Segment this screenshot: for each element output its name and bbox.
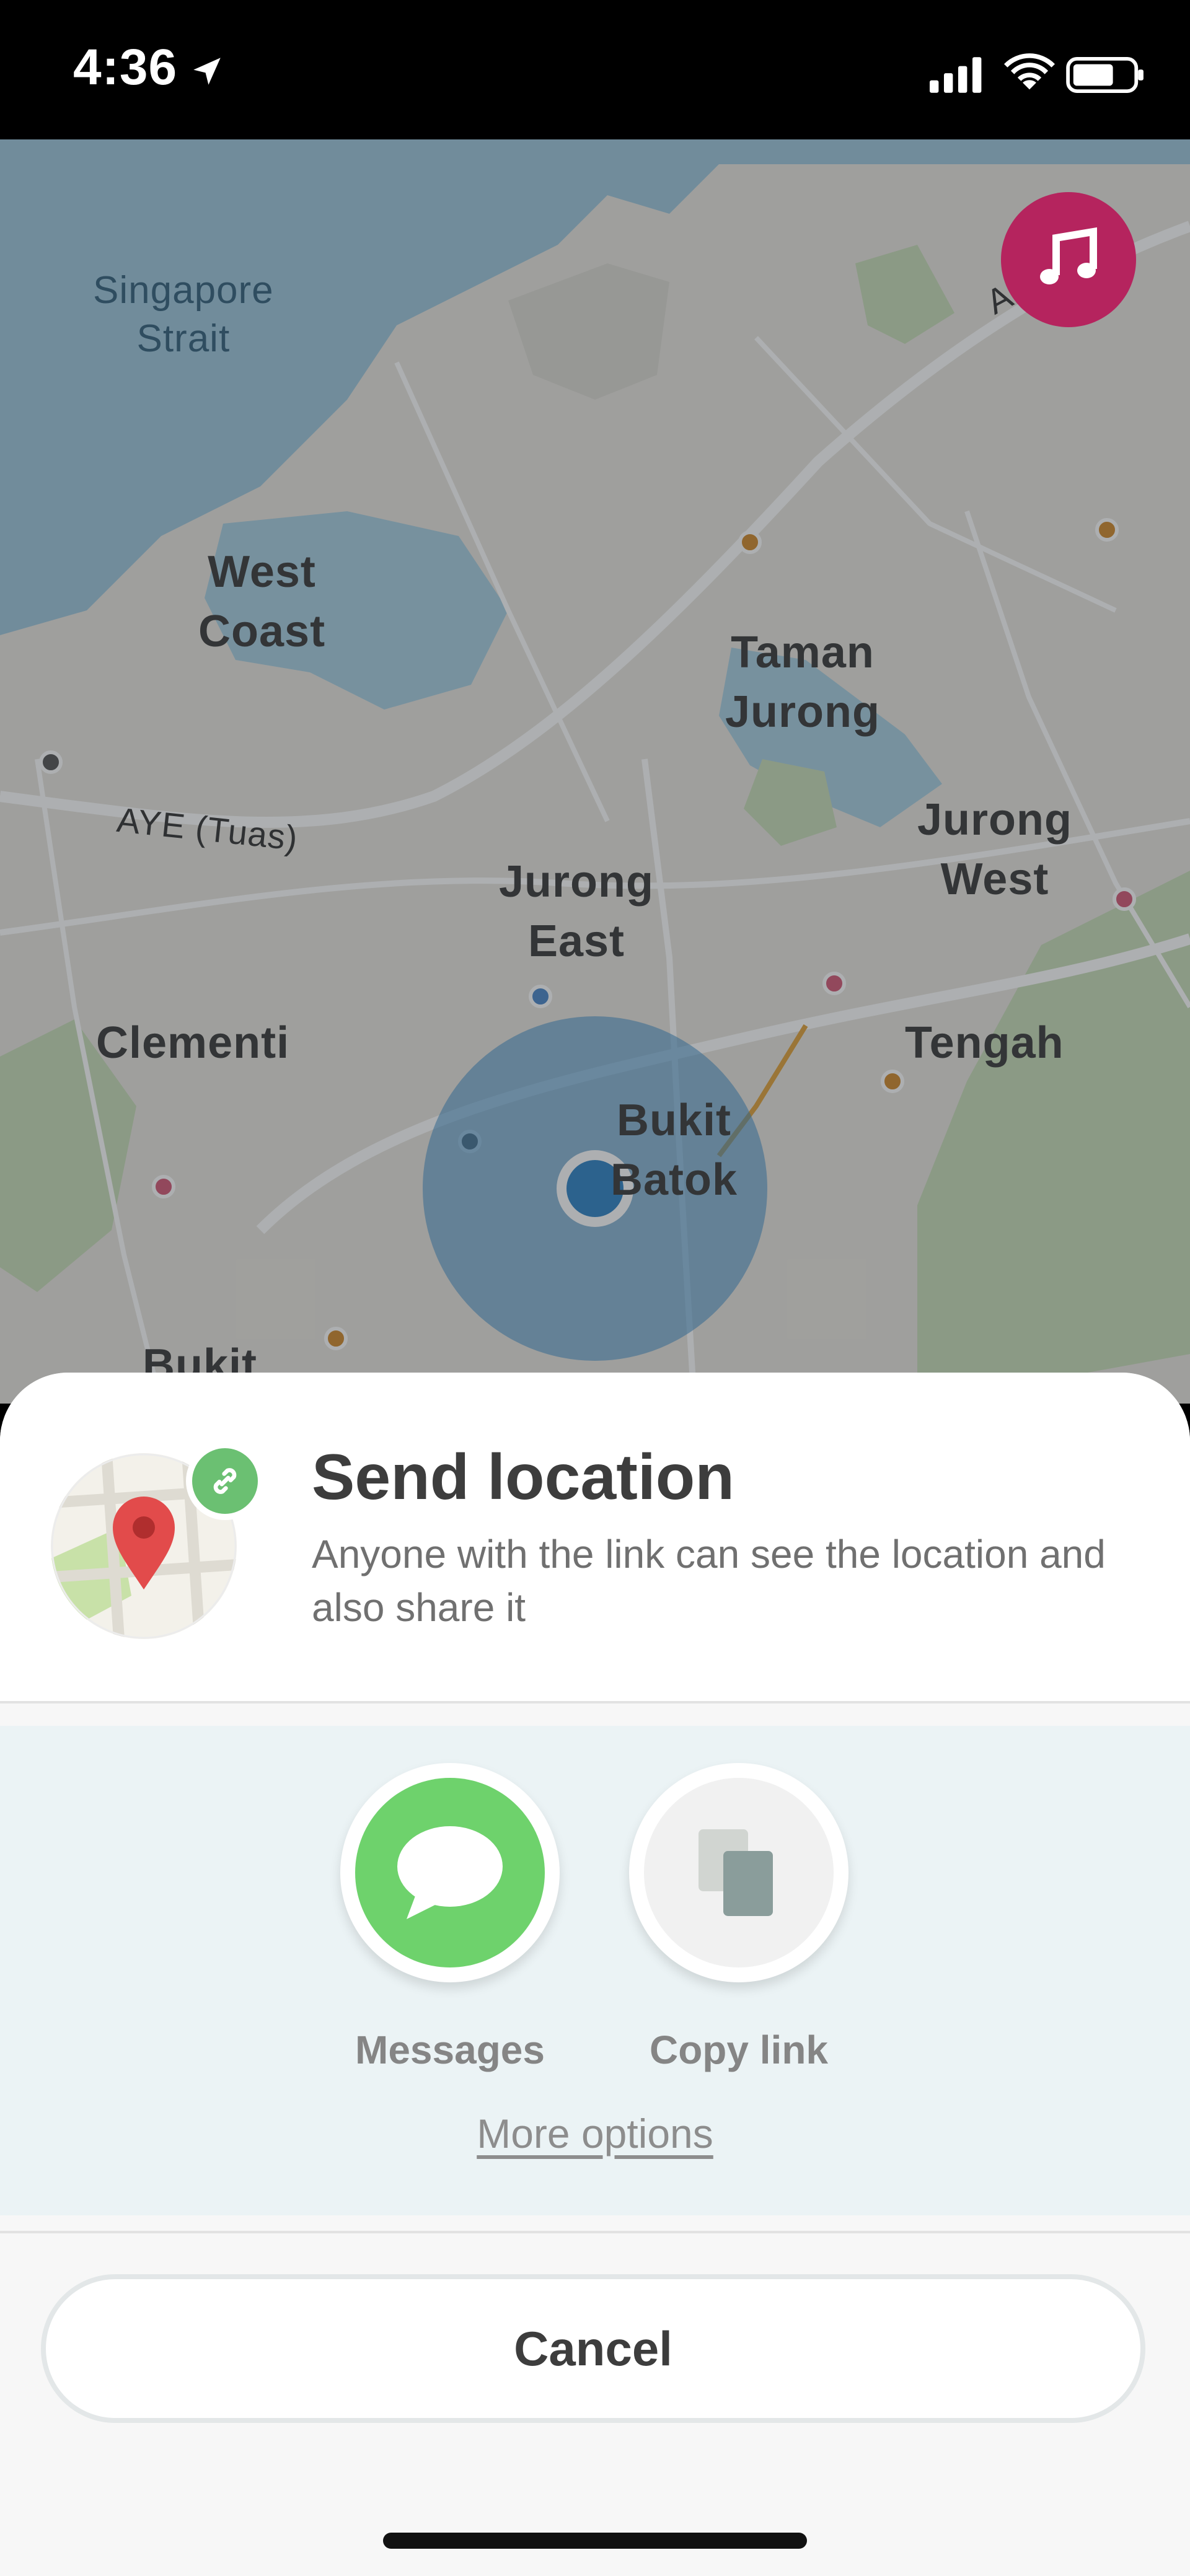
copy-link-button[interactable]	[629, 1763, 848, 1982]
music-button[interactable]	[1001, 192, 1136, 327]
location-arrow-icon	[193, 58, 221, 85]
mrt-station-marker	[39, 750, 63, 774]
map-label-bukit-batok: Bukit Batok	[610, 1096, 738, 1205]
mrt-station-marker	[529, 985, 552, 1008]
sheet-divider	[0, 2231, 1190, 2233]
map-label-tengah: Tengah	[905, 1018, 1064, 1068]
mrt-station-marker	[738, 530, 762, 554]
battery-icon	[1066, 57, 1144, 93]
map-label-clementi: Clementi	[96, 1018, 290, 1068]
cancel-button[interactable]: Cancel	[41, 2274, 1145, 2423]
copy-link-icon-background	[644, 1778, 834, 1967]
messages-icon-background	[355, 1778, 545, 1967]
mrt-station-marker	[152, 1175, 175, 1198]
send-location-sheet: Send location Anyone with the link can s…	[0, 1373, 1190, 2576]
map-view[interactable]: Singapore Strait West Coast Taman Jurong…	[0, 139, 1190, 1404]
speech-bubble-icon	[397, 1826, 503, 1919]
home-indicator[interactable]	[383, 2533, 807, 2549]
copy-link-label: Copy link	[649, 2028, 829, 2072]
mrt-station-marker	[324, 1327, 348, 1350]
messages-label: Messages	[355, 2028, 545, 2072]
mrt-station-marker	[1095, 518, 1119, 542]
sheet-subtitle: Anyone with the link can see the locatio…	[312, 1532, 1106, 1630]
status-time: 4:36	[73, 39, 178, 95]
copy-icon	[699, 1829, 773, 1916]
status-bar: 4:36	[0, 0, 1190, 139]
link-badge	[186, 1442, 264, 1520]
sheet-header: Send location Anyone with the link can s…	[0, 1373, 1190, 1703]
sheet-title: Send location	[312, 1441, 734, 1513]
green-area-lake	[744, 759, 837, 846]
cellular-signal-icon	[930, 57, 982, 93]
wifi-icon	[1004, 53, 1055, 90]
map-label-jurong-west: Jurong West	[917, 795, 1072, 904]
mrt-station-marker	[1113, 887, 1136, 911]
messages-button[interactable]	[340, 1763, 560, 1982]
music-note-icon	[1040, 227, 1097, 284]
mrt-station-marker	[822, 972, 846, 995]
share-option-messages[interactable]: Messages	[326, 1763, 574, 2073]
map-label-taman-jurong: Taman Jurong	[725, 628, 880, 737]
map-label-jurong-east: Jurong East	[499, 857, 654, 966]
reclaimed-land	[508, 263, 669, 400]
green-area-north	[855, 245, 954, 344]
link-icon	[213, 1468, 237, 1494]
more-options-link[interactable]: More options	[0, 2110, 1190, 2157]
map-label-west-coast: West Coast	[198, 547, 326, 656]
mrt-station-marker	[881, 1070, 904, 1093]
map-label-singapore-strait: Singapore Strait	[93, 269, 274, 360]
share-options-panel: Messages Copy link More options	[0, 1726, 1190, 2215]
share-option-copy-link[interactable]: Copy link	[615, 1763, 863, 2073]
